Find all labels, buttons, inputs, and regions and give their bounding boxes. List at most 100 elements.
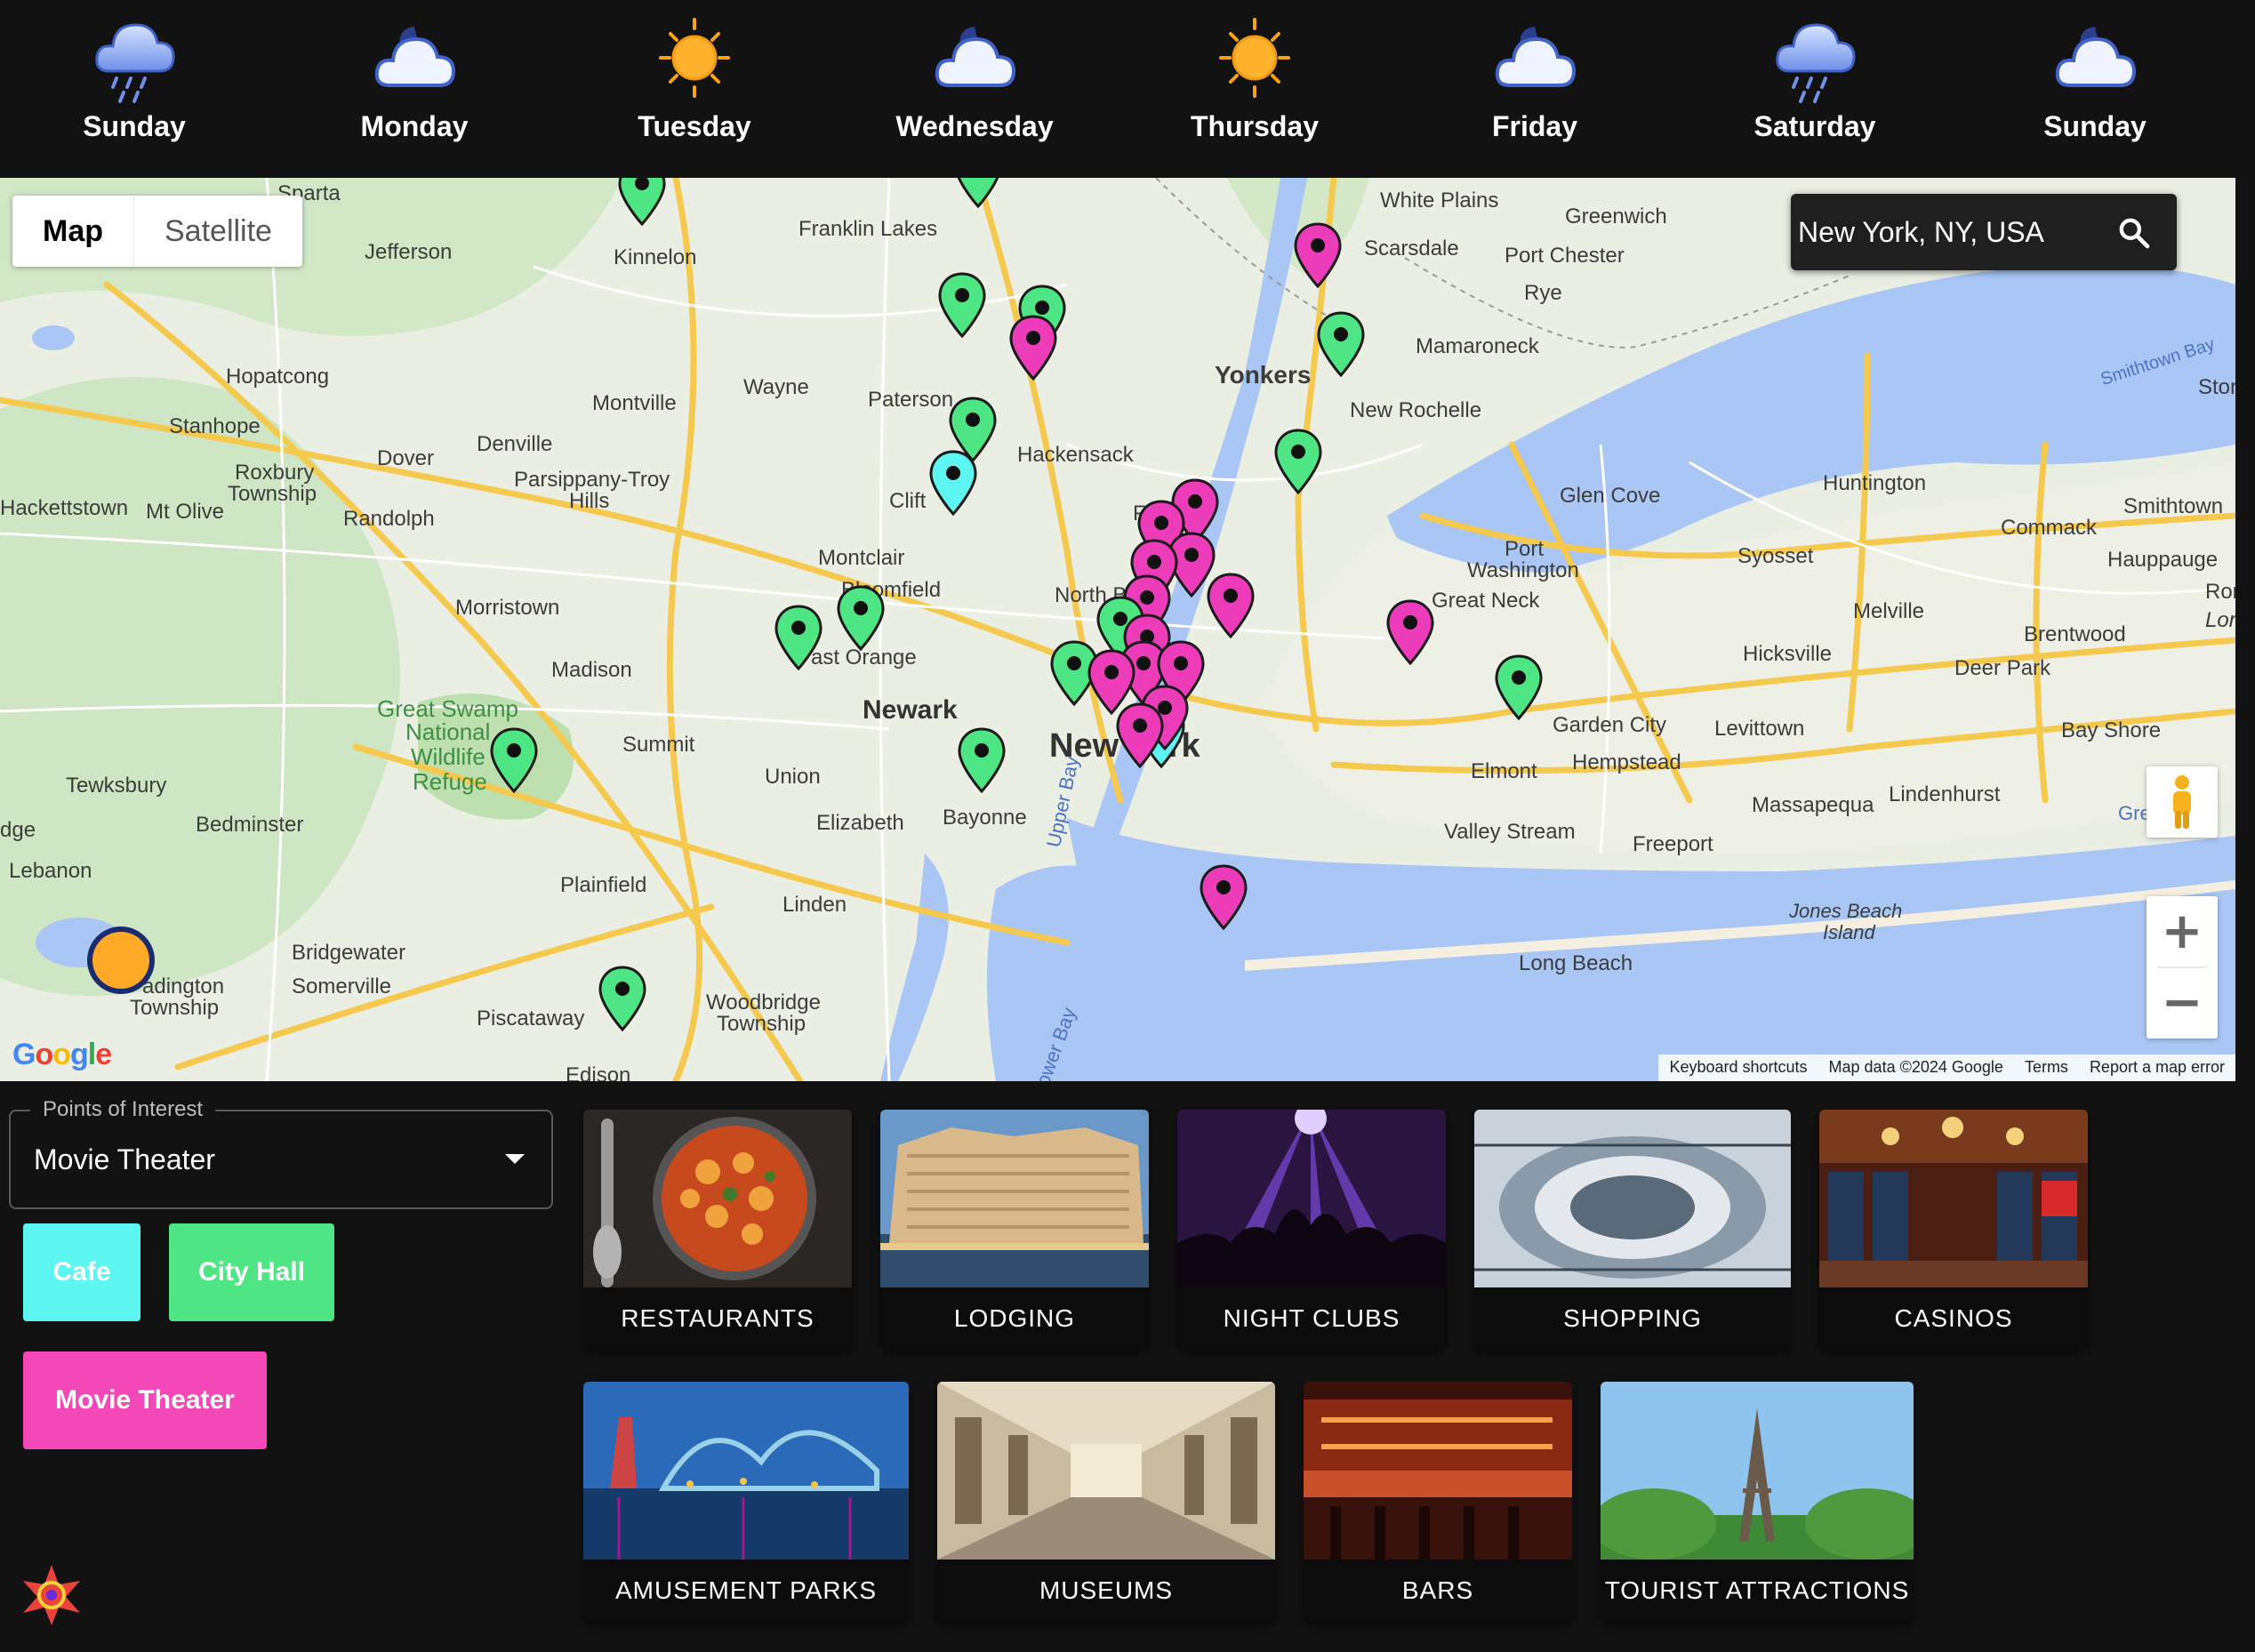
report-map-error-link[interactable]: Report a map error [2079, 1055, 2235, 1081]
category-card-shopping[interactable]: SHOPPING [1474, 1110, 1791, 1350]
place-label: Edison [566, 1063, 631, 1081]
place-label: Elmont [1471, 759, 1537, 783]
place-label: Island [1823, 921, 1875, 943]
street-view-pegman-button[interactable] [2147, 766, 2218, 838]
place-label: Massapequa [1752, 793, 1874, 817]
city-hall-marker-icon[interactable] [618, 178, 666, 226]
city-hall-marker-icon[interactable] [954, 178, 1002, 208]
map-type-map-button[interactable]: Map [12, 196, 134, 267]
chip-cafe[interactable]: Cafe [23, 1223, 140, 1321]
category-card-night-clubs[interactable]: NIGHT CLUBS [1177, 1110, 1446, 1350]
category-card-lodging[interactable]: LODGING [880, 1110, 1149, 1350]
city-hall-marker-icon[interactable] [837, 585, 885, 651]
place-label: Hopatcong [226, 365, 330, 389]
city-hall-marker-icon[interactable] [938, 272, 986, 338]
place-label: Hackensack [1017, 443, 1134, 467]
points-of-interest-select[interactable]: Points of Interest Movie Theater [9, 1097, 553, 1209]
zoom-in-button[interactable]: + [2147, 896, 2218, 967]
day-name: Monday [360, 110, 469, 142]
map-data-text: Map data ©2024 Google [1828, 1058, 2003, 1076]
category-card-tourist-attractions[interactable]: TOURIST ATTRACTIONS [1601, 1382, 1914, 1622]
category-card-casinos[interactable]: CASINOS [1819, 1110, 2088, 1350]
keyboard-shortcuts-link[interactable]: Keyboard shortcuts [1658, 1055, 1818, 1081]
category-card-amusement-parks[interactable]: AMUSEMENT PARKS [583, 1382, 909, 1622]
place-label: Ron [2205, 580, 2235, 604]
city-hall-marker-icon[interactable] [1495, 654, 1543, 720]
chip-city-hall[interactable]: City Hall [169, 1223, 334, 1321]
museums-image [937, 1382, 1275, 1560]
place-label: Piscataway [477, 1006, 585, 1030]
movie-theater-marker-icon[interactable] [1386, 599, 1434, 665]
place-label: Montclair [818, 546, 905, 570]
movie-theater-marker-icon[interactable] [1294, 222, 1342, 288]
city-hall-marker-icon[interactable] [774, 605, 823, 670]
place-label: dge [0, 818, 36, 842]
place-label: Hills [569, 489, 610, 513]
terms-link[interactable]: Terms [2014, 1055, 2079, 1081]
moon-cloud-icon [935, 27, 1016, 87]
place-label: Township [717, 1012, 807, 1036]
category-card-museums[interactable]: MUSEUMS [937, 1382, 1275, 1622]
day-name: Sunday [83, 110, 186, 142]
place-label: Linden [782, 893, 847, 917]
cafe-marker-icon[interactable] [929, 450, 977, 516]
forecast-day: Sunday [1988, 0, 2202, 178]
rain-cloud-icon [1776, 23, 1856, 103]
bars-image [1304, 1382, 1572, 1560]
place-label: Kinnelon [614, 245, 697, 269]
chip-movie-theater[interactable]: Movie Theater [23, 1351, 267, 1449]
movie-theater-marker-icon[interactable] [1207, 573, 1255, 638]
place-label: Bridgewater [292, 941, 406, 965]
place-label: Hackettstown [0, 496, 129, 520]
city-hall-marker-icon[interactable] [1317, 311, 1365, 377]
category-card-bars[interactable]: BARS [1304, 1382, 1572, 1622]
city-hall-marker-icon[interactable] [1274, 429, 1322, 494]
movie-theater-marker-icon[interactable] [1116, 702, 1164, 768]
chevron-down-icon [505, 1154, 525, 1164]
city-hall-marker-icon[interactable] [490, 727, 538, 793]
place-label: Syosset [1737, 544, 1814, 568]
search-icon[interactable] [2116, 215, 2152, 251]
sun-icon [1219, 18, 1290, 98]
category-label: BARS [1401, 1576, 1474, 1604]
place-label: Randolph [343, 507, 435, 531]
category-label: CASINOS [1894, 1304, 2013, 1332]
movie-theater-marker-icon[interactable] [1200, 864, 1248, 930]
google-logo[interactable]: Google [12, 1038, 112, 1072]
movie-theater-marker-icon[interactable] [1009, 315, 1057, 381]
city-hall-marker-icon[interactable] [598, 966, 646, 1031]
category-card-restaurants[interactable]: RESTAURANTS [583, 1110, 852, 1350]
map-type-satellite-button[interactable]: Satellite [134, 196, 302, 267]
amusement-parks-image [583, 1382, 909, 1560]
place-label: Hempstead [1572, 750, 1681, 774]
place-label: Stanhope [169, 414, 261, 438]
app-logo-icon[interactable] [16, 1561, 87, 1629]
casinos-image [1819, 1110, 2088, 1287]
shopping-image [1474, 1110, 1791, 1287]
place-label: Dover [377, 446, 435, 470]
location-search-input[interactable] [1798, 194, 2118, 270]
zoom-out-button[interactable]: − [2147, 967, 2218, 1039]
place-label: Union [765, 765, 821, 789]
place-label: Paterson [868, 388, 954, 412]
place-label: Hauppauge [2107, 548, 2219, 572]
place-label: Township [228, 482, 317, 506]
place-label: Hicksville [1743, 642, 1833, 666]
category-label: TOURIST ATTRACTIONS [1604, 1576, 1910, 1604]
place-label: Refuge [413, 768, 487, 795]
day-name: Thursday [1190, 110, 1320, 142]
map-view[interactable]: Sparta Kinnelon Franklin Lakes White Pla… [0, 178, 2235, 1081]
forecast-day: Wednesday [868, 0, 1081, 178]
place-label: Somerville [292, 974, 392, 998]
place-label: Greenwich [1565, 204, 1667, 229]
place-label: National [405, 718, 491, 745]
select-label: Points of Interest [30, 1097, 216, 1122]
city-hall-marker-icon[interactable] [958, 727, 1006, 793]
day-name: Sunday [2043, 110, 2147, 142]
place-label: Wayne [743, 375, 809, 399]
forecast-day: Friday [1428, 0, 1641, 178]
place-label: Tewksbury [66, 774, 167, 798]
place-label: Mamaroneck [1416, 334, 1539, 358]
place-label: Bayonne [943, 806, 1027, 830]
place-label: Lebanon [9, 859, 92, 883]
